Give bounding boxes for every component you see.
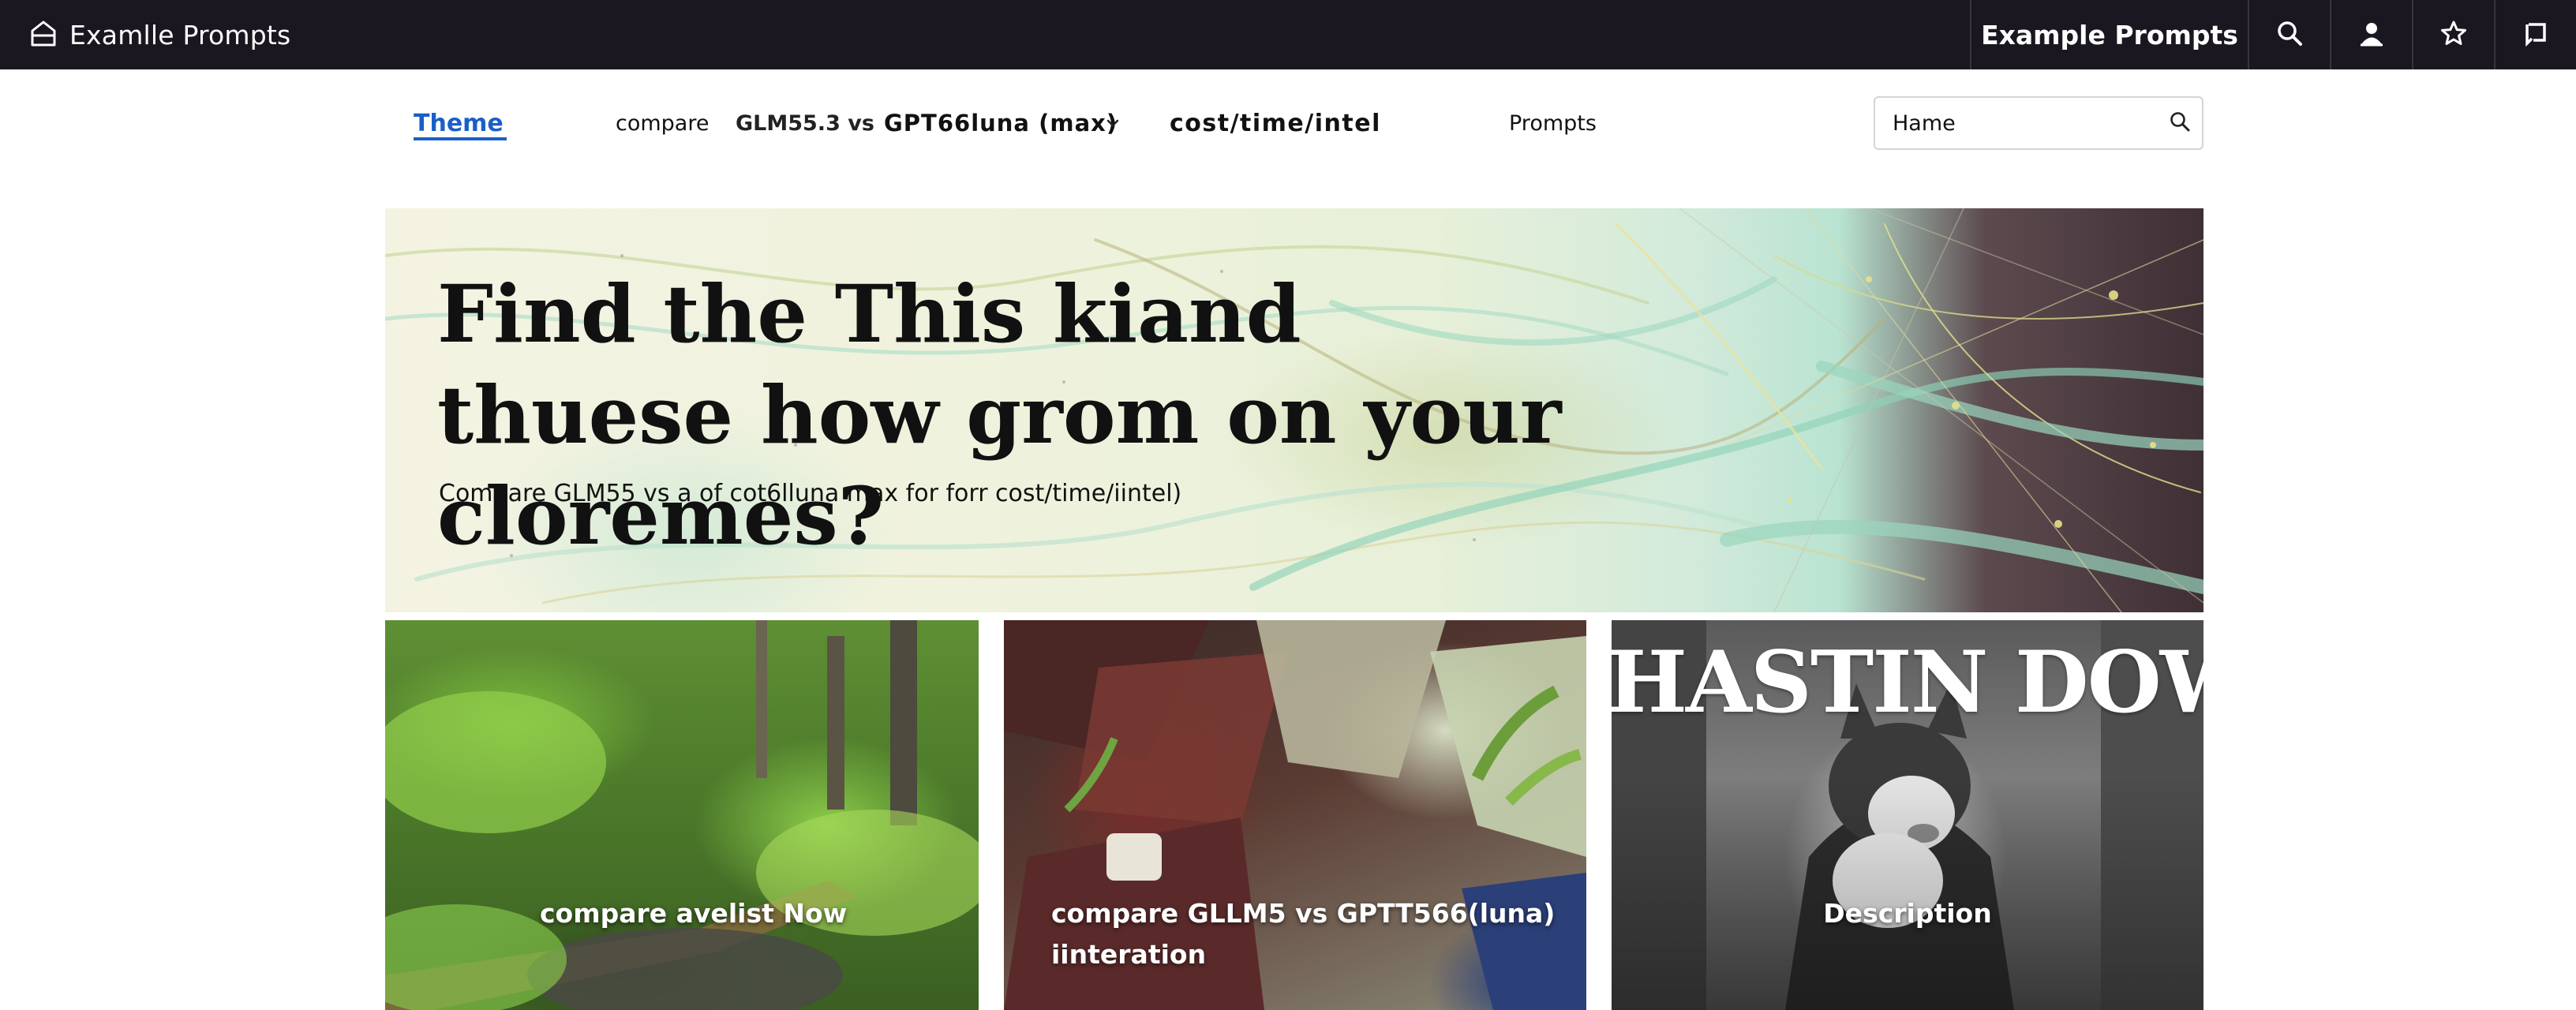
- search-icon: [2276, 20, 2303, 50]
- card-caption: compare avelist Now: [540, 898, 848, 929]
- card-caption: Description: [1823, 898, 1992, 929]
- nav-compare[interactable]: compare: [616, 107, 709, 139]
- search-button[interactable]: [2248, 0, 2330, 69]
- search-input[interactable]: [1893, 110, 2169, 136]
- search-box: [1874, 96, 2203, 150]
- nav-theme-underline: [414, 137, 507, 140]
- share-icon: [2522, 20, 2549, 50]
- card-forest[interactable]: compare avelist Now: [385, 620, 979, 1010]
- hero-subtitle: Compare GLM55 vs a of cot6lluna max for …: [439, 480, 1182, 507]
- nav-theme[interactable]: Theme: [414, 107, 504, 139]
- top-bar: Examlle Prompts Example Prompts: [0, 0, 2576, 69]
- star-icon: [2440, 20, 2467, 50]
- card-fabric[interactable]: compare GLLM5 vs GPTT566(luna) iinterati…: [1004, 620, 1586, 1010]
- forest-image: [385, 620, 979, 1010]
- top-actions: Example Prompts: [1970, 0, 2576, 69]
- nav-glm[interactable]: GLM55.3 vs: [736, 107, 874, 139]
- search-icon[interactable]: [2169, 110, 2191, 136]
- account-button[interactable]: [2330, 0, 2412, 69]
- favorite-button[interactable]: [2412, 0, 2494, 69]
- hero-title: Find the This kiand thuese how grom on y…: [437, 267, 1562, 563]
- user-icon: [2358, 20, 2385, 50]
- nav-gpt-dropdown[interactable]: GPT66luna (max): [884, 107, 1118, 139]
- card-banner-text: HASTIN DOW: [1612, 633, 2203, 732]
- nav-prompts[interactable]: Prompts: [1509, 107, 1597, 139]
- share-button[interactable]: [2494, 0, 2576, 69]
- card-dog[interactable]: HASTIN DOW Description: [1612, 620, 2203, 1010]
- brand-title: Examlle Prompts: [69, 19, 291, 50]
- card-caption: compare GLLM5 vs GPTT566(luna) iinterati…: [1051, 898, 1556, 970]
- nav-cost[interactable]: cost/time/intel: [1170, 107, 1381, 139]
- hero-banner: Find the This kiand thuese how grom on y…: [385, 208, 2203, 612]
- home-icon: [28, 18, 58, 51]
- top-title[interactable]: Example Prompts: [1970, 0, 2248, 69]
- brand[interactable]: Examlle Prompts: [28, 0, 290, 69]
- chevron-down-icon[interactable]: [1103, 107, 1122, 139]
